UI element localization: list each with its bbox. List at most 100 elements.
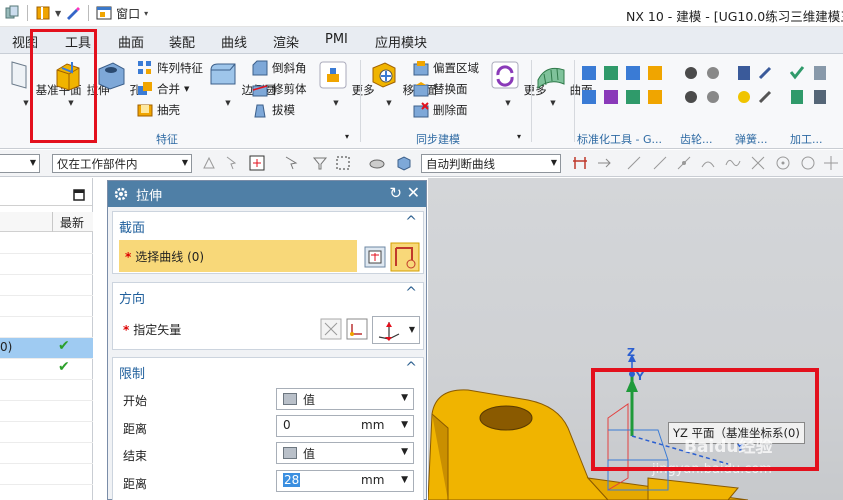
edge-blend-button[interactable]: 边倒圆 ▼ xyxy=(208,60,276,107)
unite-button[interactable]: 合并 ▼ xyxy=(137,81,189,97)
chevron-down-icon[interactable]: ▼ xyxy=(318,99,354,107)
gc-tool-icon[interactable] xyxy=(604,90,618,104)
navigator-row[interactable]: ✔ xyxy=(0,359,93,380)
more-sync-button[interactable]: 更多 ▼ xyxy=(490,60,547,107)
tab-curve[interactable]: 曲线 xyxy=(221,32,247,51)
tab-application[interactable]: 应用模块 xyxy=(375,32,427,51)
body-select-icon[interactable] xyxy=(369,155,385,171)
navigator-row[interactable] xyxy=(0,317,93,338)
close-icon[interactable]: ✕ xyxy=(407,183,420,202)
more-features-button[interactable]: 更多 ▼ xyxy=(318,60,375,107)
delete-face-button[interactable]: 删除面 xyxy=(413,102,468,118)
chevron-down-icon[interactable]: ▼ xyxy=(401,475,408,485)
check-icon[interactable] xyxy=(790,66,805,80)
chevron-down-icon[interactable]: ▼ xyxy=(369,99,409,107)
navigator-row[interactable] xyxy=(0,422,93,443)
start-option-dropdown[interactable]: 值 ▼ xyxy=(276,388,414,410)
gear-icon[interactable] xyxy=(685,67,697,79)
collapse-icon[interactable]: ^ xyxy=(405,285,417,301)
gc-tool-icon[interactable] xyxy=(626,66,640,80)
collapse-icon[interactable]: ^ xyxy=(405,214,417,230)
quadrant-snap-icon[interactable] xyxy=(800,155,816,171)
solid-select-icon[interactable] xyxy=(396,155,412,171)
surface-button[interactable]: 曲面 ▼ xyxy=(536,60,593,107)
curve-rule-dropdown[interactable]: 自动判断曲线 ▼ xyxy=(421,154,561,173)
vector-type-dropdown[interactable]: ▼ xyxy=(372,316,420,344)
tab-surface[interactable]: 曲面 xyxy=(118,32,144,51)
chevron-down-icon[interactable]: ▼ xyxy=(536,99,570,107)
point-snap-icon[interactable] xyxy=(823,155,839,171)
navigator-row[interactable] xyxy=(0,401,93,422)
arrow-select-icon[interactable] xyxy=(284,155,300,171)
curve-select-icon[interactable] xyxy=(390,242,420,272)
chevron-down-icon[interactable]: ▼ xyxy=(208,99,248,107)
window-icon[interactable] xyxy=(96,5,112,21)
gc-tool-icon[interactable] xyxy=(604,66,618,80)
limits-header[interactable]: 限制 ^ xyxy=(113,358,423,384)
gc-tool-icon[interactable] xyxy=(648,66,662,80)
maximize-icon[interactable] xyxy=(73,189,85,201)
dialog-title-bar[interactable]: 拉伸 ↻ ✕ xyxy=(108,181,426,207)
machining-icon[interactable] xyxy=(814,90,826,104)
machining-icon[interactable] xyxy=(791,90,803,104)
spring-icon[interactable] xyxy=(758,90,772,104)
chamfer-button[interactable]: 倒斜角 xyxy=(252,60,307,76)
curve-snap-icon[interactable] xyxy=(725,155,741,171)
gear-icon[interactable] xyxy=(685,91,697,103)
direction-header[interactable]: 方向 ^ xyxy=(113,283,423,309)
move-face-button[interactable]: 移动面 ▼ xyxy=(369,60,437,107)
navigator-row[interactable] xyxy=(0,233,93,254)
gc-tool-icon[interactable] xyxy=(626,90,640,104)
gear-icon[interactable] xyxy=(707,91,719,103)
tab-render[interactable]: 渲染 xyxy=(273,32,299,51)
line-snap-icon[interactable] xyxy=(652,155,668,171)
spring-icon[interactable] xyxy=(758,66,772,80)
window-menu[interactable]: 窗口 xyxy=(116,5,140,22)
navigator-row[interactable] xyxy=(0,464,93,485)
gc-tool-icon[interactable] xyxy=(648,90,662,104)
navigator-row[interactable] xyxy=(0,254,93,275)
tab-pmi[interactable]: PMI xyxy=(325,32,348,47)
scope-filter-dropdown[interactable]: 仅在工作部件内 ▼ xyxy=(52,154,192,173)
point-select-icon[interactable] xyxy=(249,155,265,171)
machining-icon[interactable] xyxy=(814,66,826,80)
start-distance-input[interactable]: 0 mm ▼ xyxy=(276,415,414,437)
sketch-section-icon[interactable] xyxy=(364,246,386,268)
spring-icon[interactable] xyxy=(738,66,750,80)
vector-dialog-icon[interactable] xyxy=(346,318,368,340)
navigator-row[interactable] xyxy=(0,443,93,464)
column-header-latest[interactable]: 最新 xyxy=(60,214,84,231)
line-snap-icon[interactable] xyxy=(626,155,642,171)
pencil-icon[interactable] xyxy=(65,5,81,21)
end-distance-input[interactable]: 28 mm ▼ xyxy=(276,470,414,492)
collapse-icon[interactable]: ^ xyxy=(405,360,417,376)
hole-button[interactable]: 孔 xyxy=(96,60,141,98)
copy-icon[interactable] xyxy=(4,5,20,21)
navigator-row[interactable] xyxy=(0,275,93,296)
reset-icon[interactable]: ↻ xyxy=(389,184,402,202)
navigator-row[interactable] xyxy=(0,296,93,317)
navigator-row[interactable] xyxy=(0,380,93,401)
curve-connect-icon[interactable] xyxy=(572,155,588,171)
intersection-snap-icon[interactable] xyxy=(750,155,766,171)
tangent-snap-icon[interactable] xyxy=(700,155,716,171)
rectangle-select-icon[interactable] xyxy=(335,155,351,171)
end-option-dropdown[interactable]: 值 ▼ xyxy=(276,442,414,464)
midpoint-snap-icon[interactable] xyxy=(676,155,692,171)
curve-split-icon[interactable] xyxy=(596,155,612,171)
navigator-row-selected[interactable]: 0) ✔ xyxy=(0,338,93,359)
group-expand-icon[interactable]: ▾ xyxy=(517,132,521,141)
snap-icon[interactable] xyxy=(201,155,217,171)
offset-region-button[interactable]: 偏置区域 xyxy=(413,60,479,76)
chevron-down-icon[interactable]: ▼ xyxy=(184,85,189,93)
gear-icon[interactable] xyxy=(707,67,719,79)
chevron-down-icon[interactable]: ▼ xyxy=(490,99,526,107)
trim-body-button[interactable]: 修剪体 xyxy=(252,81,307,97)
shell-button[interactable]: 抽壳 xyxy=(137,102,180,118)
gc-tool-icon[interactable] xyxy=(582,66,596,80)
select-icon[interactable] xyxy=(225,155,241,171)
gc-tool-icon[interactable] xyxy=(582,90,596,104)
pattern-feature-button[interactable]: 阵列特征 xyxy=(137,60,203,76)
filter-icon[interactable] xyxy=(312,155,328,171)
chevron-down-icon[interactable]: ▼ xyxy=(401,420,408,430)
